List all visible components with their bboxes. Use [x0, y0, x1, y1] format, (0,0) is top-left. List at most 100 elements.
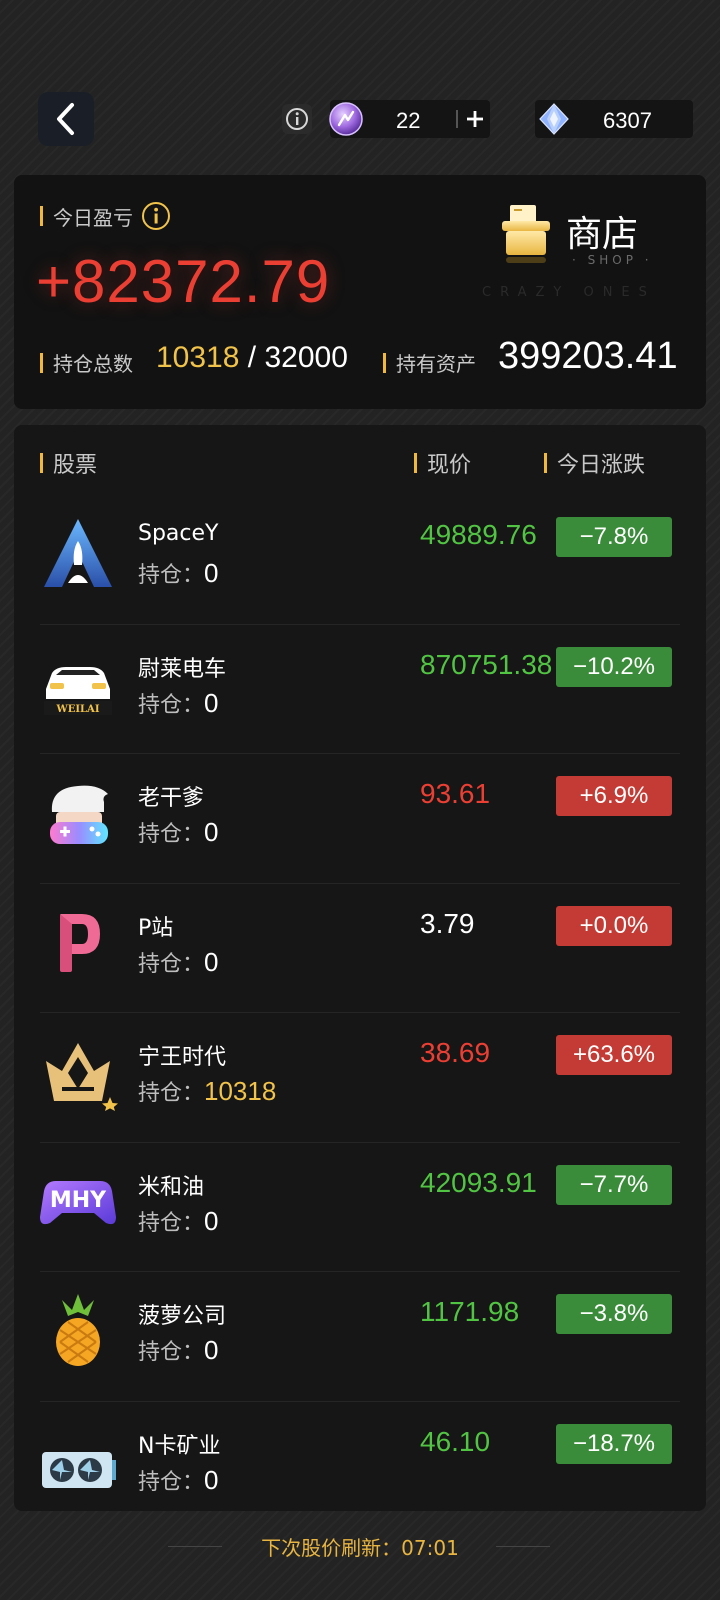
- column-header-change-text: 今日涨跌: [557, 453, 646, 478]
- stock-name: N卡矿业: [138, 1433, 221, 1459]
- list-header: 股票 现价 今日涨跌: [14, 425, 706, 495]
- today-pnl-label: 今日盈亏: [40, 201, 171, 231]
- mhy-logo-text: MHY: [50, 1188, 107, 1213]
- holding-label: 持仓：: [138, 1340, 205, 1365]
- info-icon[interactable]: [141, 201, 171, 231]
- change-badge: −3.8%: [556, 1294, 672, 1334]
- holding-value: 0: [204, 558, 219, 588]
- holding-label: 持仓：: [138, 1469, 205, 1495]
- refresh-footer: 下次股价刷新：07:01: [0, 1522, 720, 1572]
- accent-bar: [40, 206, 43, 226]
- shop-label: 商店: [566, 214, 639, 255]
- column-header-price-text: 现价: [427, 453, 472, 478]
- gamer-logo-icon: [50, 785, 108, 844]
- accent-bar: [383, 352, 386, 373]
- accent-bar: [544, 453, 547, 473]
- gem-counter: 6307: [535, 100, 693, 138]
- holding-info: 持仓：0: [138, 557, 218, 589]
- stock-row[interactable]: P站 持仓：0 3.79 +0.0%: [14, 884, 706, 1013]
- shop-button[interactable]: 商店 · SHOP ·: [498, 197, 668, 287]
- crown-logo-icon: [46, 1043, 118, 1111]
- star-icon: [102, 1097, 118, 1111]
- p-logo-icon: [60, 913, 100, 972]
- holding-info: 持仓：0: [138, 1464, 218, 1496]
- stock-row[interactable]: 菠萝公司 持仓：0 1171.98 −3.8%: [14, 1272, 706, 1402]
- change-badge: −10.2%: [556, 646, 672, 687]
- energy-value: 22: [396, 108, 421, 133]
- stock-row[interactable]: N卡矿业 持仓：0 46.10 −18.7%: [14, 1402, 706, 1512]
- holding-label: 持仓：: [138, 951, 205, 977]
- stock-row[interactable]: 老干爹 持仓：0 93.61 +6.9%: [14, 754, 706, 884]
- holding-value: 0: [204, 687, 219, 718]
- info-button[interactable]: [282, 104, 312, 134]
- holdings-value: 10318 / 32000: [156, 341, 348, 374]
- today-pnl-label-text: 今日盈亏: [53, 205, 133, 230]
- stock-name: P站: [138, 915, 174, 941]
- info-icon: [286, 108, 308, 130]
- holding-value: 0: [204, 817, 219, 847]
- stock-price: 38.69: [420, 1037, 491, 1068]
- stock-row[interactable]: WEILAI 尉莱电车 持仓：0 870751.38 −10.2%: [14, 625, 706, 754]
- holding-label: 持仓：: [138, 692, 205, 718]
- stock-price: 42093.91: [420, 1166, 537, 1198]
- divider: [456, 110, 458, 128]
- rocket-logo-icon: [44, 519, 112, 587]
- stock-name: 宁王时代: [138, 1045, 227, 1070]
- stock-name: 米和油: [138, 1174, 205, 1200]
- assets-label: 持有资产: [383, 348, 476, 377]
- holding-value: 10318: [204, 1076, 277, 1106]
- gpu-logo-icon: [42, 1451, 116, 1488]
- change-badge: +0.0%: [556, 905, 672, 946]
- column-header-price: 现价: [414, 447, 471, 479]
- holding-label: 持仓：: [138, 1210, 205, 1236]
- stock-row[interactable]: 宁王时代 持仓：10318 38.69 +63.6%: [14, 1013, 706, 1143]
- back-button[interactable]: [38, 92, 94, 146]
- accent-bar: [40, 352, 43, 373]
- stock-name: 尉莱电车: [138, 656, 227, 682]
- portfolio-summary-card: CRAZY ONES 今日盈亏 +82372.79 持仓总数 10318 / 3…: [14, 175, 706, 409]
- refresh-countdown: 下次股价刷新：07:01: [261, 1536, 459, 1560]
- holding-value: 0: [204, 1464, 219, 1495]
- holdings-label: 持仓总数: [40, 348, 133, 377]
- change-badge: −7.8%: [556, 517, 672, 557]
- stock-rows: SpaceY 持仓：0 49889.76 −7.8% WEILAI 尉莱电车 持…: [14, 495, 706, 1511]
- gem-value: 6307: [603, 108, 652, 133]
- change-badge: −18.7%: [556, 1423, 672, 1464]
- stock-row[interactable]: MHY 米和油 持仓：0 42093.91 −7.7%: [14, 1143, 706, 1272]
- assets-value: 399203.41: [498, 335, 678, 377]
- stock-list-card: 股票 现价 今日涨跌 SpaceY 持仓：0 49889.76 −7.8% WE…: [14, 425, 706, 1511]
- shop-icon: [502, 205, 550, 263]
- holding-info: 持仓：0: [138, 1334, 218, 1366]
- shop-sub-label: · SHOP ·: [572, 253, 653, 267]
- holding-info: 持仓：0: [138, 946, 218, 978]
- energy-counter: 22: [329, 100, 490, 138]
- accent-bar: [40, 453, 43, 473]
- holding-info: 持仓：0: [138, 687, 218, 719]
- add-energy-button[interactable]: [462, 104, 488, 134]
- column-header-stock: 股票: [40, 447, 97, 479]
- accent-bar: [414, 453, 417, 473]
- change-badge: +63.6%: [556, 1035, 672, 1075]
- car-logo-text: WEILAI: [56, 704, 100, 715]
- plus-icon: [467, 111, 483, 127]
- holding-value: 0: [204, 1335, 219, 1365]
- holding-value: 0: [204, 1205, 219, 1236]
- stock-price: 3.79: [420, 907, 475, 939]
- change-badge: −7.7%: [556, 1164, 672, 1205]
- car-logo-icon: WEILAI: [44, 666, 112, 715]
- holdings-current: 10318: [156, 341, 240, 374]
- stock-price: 49889.76: [420, 519, 537, 550]
- energy-orb-icon: [329, 102, 363, 136]
- stock-name: 老干爹: [138, 786, 205, 811]
- holding-value: 0: [204, 946, 219, 977]
- divider: [496, 1546, 550, 1547]
- top-bar: 22 6307: [0, 0, 720, 160]
- stock-price: 1171.98: [420, 1296, 520, 1327]
- stock-name: 菠萝公司: [138, 1304, 227, 1329]
- holdings-total: 32000: [264, 341, 348, 374]
- today-pnl-value: +82372.79: [36, 248, 331, 315]
- stock-row[interactable]: SpaceY 持仓：0 49889.76 −7.8%: [14, 495, 706, 625]
- stock-price: 870751.38: [420, 648, 553, 680]
- holding-label: 持仓：: [138, 822, 205, 847]
- stock-price: 46.10: [420, 1425, 491, 1457]
